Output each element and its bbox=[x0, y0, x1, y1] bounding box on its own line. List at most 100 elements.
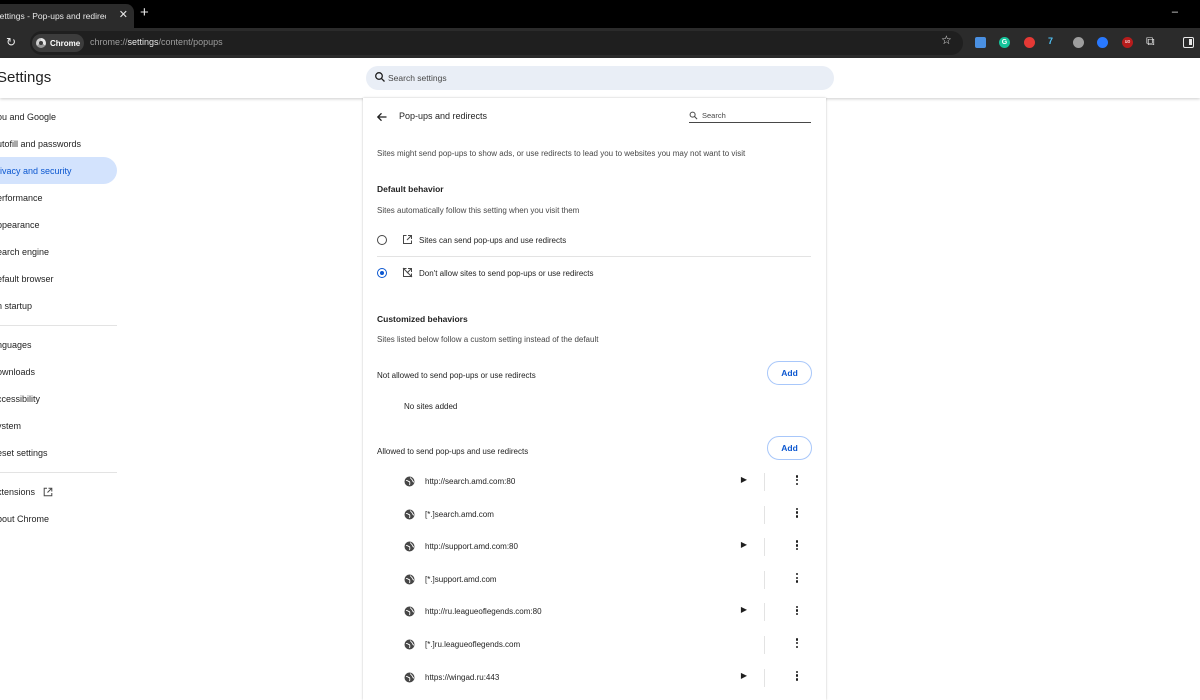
sidebar-item-label: n startup bbox=[0, 300, 33, 311]
site-url: http://support.amd.com:80 bbox=[425, 542, 518, 552]
settings-search-input[interactable] bbox=[388, 70, 788, 86]
seven-extension-icon[interactable]: 7 bbox=[1048, 36, 1059, 47]
sidebar-item-autofill[interactable]: utofill and passwords bbox=[0, 130, 117, 157]
option-allow-label[interactable]: Sites can send pop-ups and use redirects bbox=[419, 236, 566, 245]
reload-icon[interactable]: ↻ bbox=[6, 35, 16, 49]
grammarly-extension-icon[interactable]: G bbox=[999, 37, 1010, 48]
url-text[interactable]: chrome://settings/content/popups bbox=[90, 37, 223, 47]
sidebar-item-label: efault browser bbox=[0, 273, 54, 284]
popup-blocked-icon bbox=[402, 267, 413, 278]
add-allowed-site-button[interactable]: Add bbox=[767, 436, 812, 460]
tab-close-icon[interactable]: ✕ bbox=[119, 8, 128, 22]
sidebar-item-label: rivacy and security bbox=[0, 165, 72, 176]
sidebar-item-label: eset settings bbox=[0, 447, 48, 458]
row-divider bbox=[764, 473, 765, 491]
sidebar-divider bbox=[0, 325, 117, 326]
search-icon bbox=[689, 111, 698, 120]
expand-arrow-icon[interactable]: ▶ bbox=[739, 605, 749, 619]
settings-search-box[interactable] bbox=[366, 66, 834, 90]
expand-arrow-icon[interactable]: ▶ bbox=[739, 671, 749, 685]
red-extension-icon[interactable] bbox=[1024, 37, 1035, 48]
grid-extension-icon[interactable] bbox=[1073, 37, 1084, 48]
allowed-list-label: Allowed to send pop-ups and use redirect… bbox=[377, 447, 529, 456]
ublock-extension-icon[interactable]: uo bbox=[1122, 37, 1133, 48]
blocked-list-label: Not allowed to send pop-ups or use redir… bbox=[377, 371, 536, 380]
browser-toolbar: ↻ Chrome chrome://settings/content/popup… bbox=[0, 28, 1200, 58]
open-in-new-icon bbox=[403, 235, 412, 244]
radio-block[interactable] bbox=[377, 268, 387, 278]
sidebar-item-accessibility[interactable]: ccessibility bbox=[0, 385, 117, 412]
sidebar-item-extensions[interactable]: xtensions bbox=[0, 478, 117, 505]
globe-icon bbox=[404, 476, 415, 487]
option-block-label[interactable]: Don't allow sites to send pop-ups or use… bbox=[419, 269, 594, 278]
expand-arrow-icon[interactable]: ▶ bbox=[739, 475, 749, 489]
blue-extension-icon[interactable] bbox=[1097, 37, 1108, 48]
sidebar-item-on-startup[interactable]: n startup bbox=[0, 292, 117, 319]
sidebar-item-label: ou and Google bbox=[0, 111, 57, 122]
site-row[interactable]: http://ru.leagueoflegends.com:80 ▶ bbox=[363, 595, 826, 628]
site-row[interactable]: https://wingad.ru:443 ▶ bbox=[363, 661, 826, 694]
extensions-puzzle-icon[interactable]: ⧉ bbox=[1146, 34, 1155, 49]
expand-arrow-icon[interactable]: ▶ bbox=[739, 540, 749, 554]
more-actions-icon[interactable] bbox=[791, 474, 803, 490]
site-url: https://wingad.ru:443 bbox=[425, 672, 500, 682]
open-in-new-icon bbox=[43, 487, 53, 496]
row-divider bbox=[764, 570, 765, 589]
more-actions-icon[interactable] bbox=[791, 507, 803, 523]
more-actions-icon[interactable] bbox=[791, 572, 803, 588]
bookmark-star-icon[interactable]: ☆ bbox=[941, 33, 952, 47]
tab-settings[interactable]: Settings - Pop-ups and redirects ✕ bbox=[0, 4, 134, 28]
more-actions-icon[interactable] bbox=[791, 539, 803, 555]
subpage-search-input[interactable] bbox=[702, 109, 807, 121]
new-tab-icon[interactable]: + bbox=[140, 5, 149, 21]
sidebar-item-performance[interactable]: erformance bbox=[0, 184, 117, 211]
sidebar-item-label: earch engine bbox=[0, 246, 50, 257]
more-actions-icon[interactable] bbox=[791, 637, 803, 653]
sidebar-item-about-chrome[interactable]: bout Chrome bbox=[0, 505, 117, 532]
url-host: settings bbox=[127, 37, 159, 47]
site-info-chip[interactable]: Chrome bbox=[32, 34, 84, 52]
site-row[interactable]: [*.]ru.leagueoflegends.com bbox=[363, 628, 826, 661]
sidebar-item-languages[interactable]: nguages bbox=[0, 331, 117, 358]
site-row[interactable]: [*.]support.amd.com bbox=[363, 563, 826, 596]
row-divider bbox=[764, 505, 765, 524]
tab-strip: Settings - Pop-ups and redirects ✕ + – bbox=[0, 0, 1200, 28]
sidebar-item-appearance[interactable]: ppearance bbox=[0, 211, 117, 238]
side-panel-icon[interactable] bbox=[1183, 37, 1194, 48]
sidebar-item-privacy[interactable]: rivacy and security bbox=[0, 157, 117, 184]
address-bar[interactable]: Chrome chrome://settings/content/popups bbox=[30, 31, 963, 55]
sidebar-item-system[interactable]: ystem bbox=[0, 412, 117, 439]
subpage-search-box[interactable] bbox=[689, 109, 811, 123]
sidebar-item-search-engine[interactable]: earch engine bbox=[0, 238, 117, 265]
site-url: [*.]support.amd.com bbox=[425, 574, 497, 584]
radio-allow[interactable] bbox=[377, 235, 387, 245]
sidebar-divider bbox=[0, 472, 117, 473]
more-actions-icon[interactable] bbox=[791, 670, 803, 686]
sidebar-item-label: ccessibility bbox=[0, 393, 41, 404]
row-divider bbox=[764, 538, 765, 557]
sidebar-item-label: xtensions bbox=[0, 486, 36, 497]
site-row[interactable]: [*.]search.amd.com bbox=[363, 498, 826, 531]
site-row[interactable]: http://search.amd.com:80 ▶ bbox=[363, 465, 826, 498]
sidebar-item-label: ppearance bbox=[0, 219, 40, 230]
site-row[interactable]: http://support.amd.com:80 ▶ bbox=[363, 530, 826, 563]
blocked-empty-text: No sites added bbox=[404, 402, 458, 411]
sidebar-item-downloads[interactable]: ownloads bbox=[0, 358, 117, 385]
globe-icon bbox=[404, 574, 415, 585]
settings-sidebar: ou and Google utofill and passwords riva… bbox=[0, 98, 120, 700]
more-actions-icon[interactable] bbox=[791, 604, 803, 620]
sidebar-item-you-and-google[interactable]: ou and Google bbox=[0, 103, 117, 130]
chrome-logo-icon bbox=[36, 38, 46, 48]
option-divider bbox=[377, 256, 811, 257]
sidebar-item-label: ystem bbox=[0, 420, 22, 431]
sidebar-item-reset-settings[interactable]: eset settings bbox=[0, 439, 117, 466]
sidebar-item-label: nguages bbox=[0, 339, 32, 350]
page-title: Settings bbox=[0, 69, 52, 86]
download-extension-icon[interactable] bbox=[975, 37, 986, 48]
back-arrow-icon[interactable] bbox=[376, 111, 388, 123]
site-url: [*.]search.amd.com bbox=[425, 509, 494, 519]
minimize-icon[interactable]: – bbox=[1172, 6, 1178, 18]
url-path: /content/popups bbox=[158, 37, 223, 47]
sidebar-item-default-browser[interactable]: efault browser bbox=[0, 265, 117, 292]
add-blocked-site-button[interactable]: Add bbox=[767, 361, 812, 385]
